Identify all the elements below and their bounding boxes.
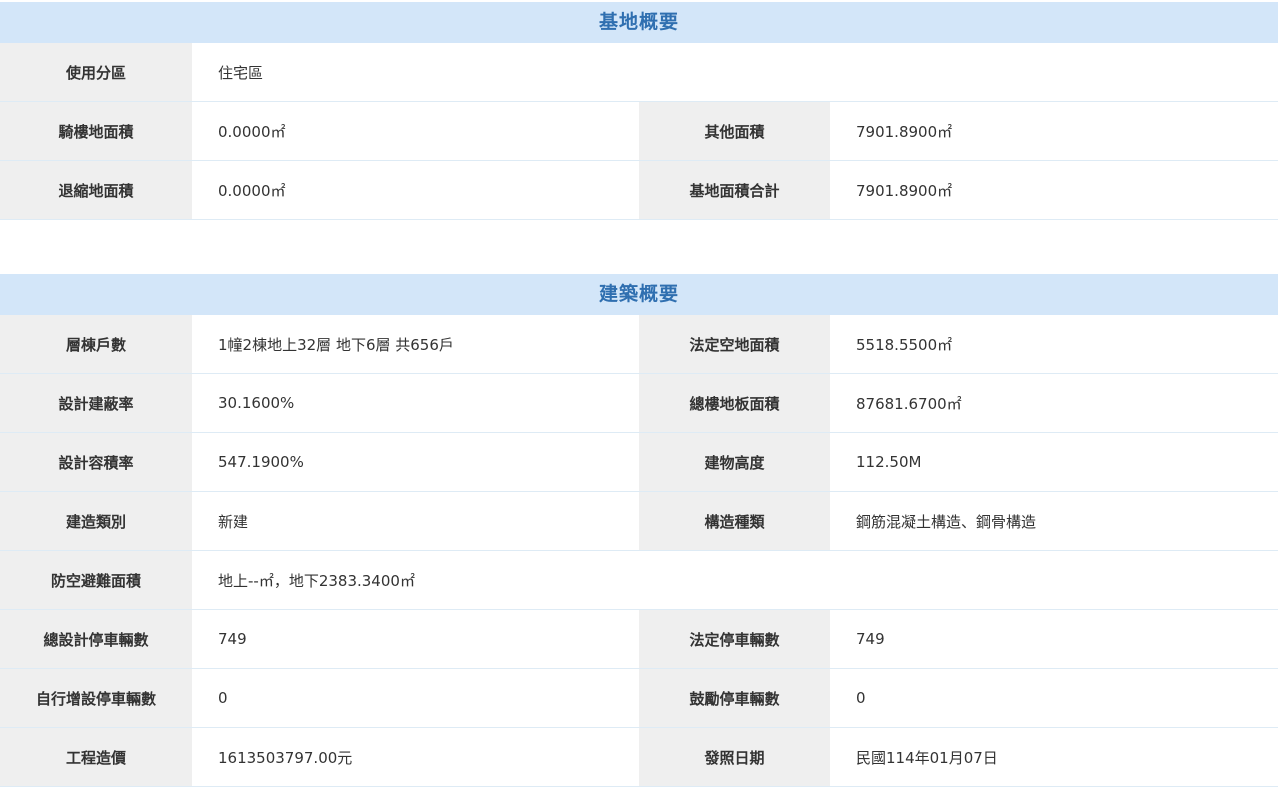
- air-raid-shelter-value: 地上--㎡，地下2383.3400㎡: [192, 551, 1278, 609]
- construction-type-label: 建造類別: [0, 492, 192, 550]
- floor-area-ratio-label: 設計容積率: [0, 433, 192, 491]
- table-row: 總設計停車輛數 749 法定停車輛數 749: [0, 610, 1278, 669]
- table-row: 使用分區 住宅區: [0, 43, 1278, 102]
- coverage-ratio-label: 設計建蔽率: [0, 374, 192, 432]
- site-summary-section: 基地概要 使用分區 住宅區 騎樓地面積 0.0000㎡ 其他面積 7901.89…: [0, 2, 1278, 220]
- permit-date-value: 民國114年01月07日: [830, 728, 1278, 786]
- other-area-value: 7901.8900㎡: [830, 102, 1278, 160]
- arcade-area-value: 0.0000㎡: [192, 102, 639, 160]
- floors-units-label: 層棟戶數: [0, 315, 192, 373]
- setback-area-value: 0.0000㎡: [192, 161, 639, 219]
- additional-parking-value: 0: [192, 669, 639, 727]
- coverage-ratio-value: 30.1600%: [192, 374, 639, 432]
- building-height-value: 112.50M: [830, 433, 1278, 491]
- other-area-label: 其他面積: [639, 102, 830, 160]
- table-row: 設計建蔽率 30.1600% 總樓地板面積 87681.6700㎡: [0, 374, 1278, 433]
- table-row: 層棟戶數 1幢2棟地上32層 地下6層 共656戶 法定空地面積 5518.55…: [0, 315, 1278, 374]
- legal-open-space-value: 5518.5500㎡: [830, 315, 1278, 373]
- site-area-total-value: 7901.8900㎡: [830, 161, 1278, 219]
- building-summary-section: 建築概要 層棟戶數 1幢2棟地上32層 地下6層 共656戶 法定空地面積 55…: [0, 274, 1278, 787]
- floor-area-ratio-value: 547.1900%: [192, 433, 639, 491]
- total-floor-area-label: 總樓地板面積: [639, 374, 830, 432]
- arcade-area-label: 騎樓地面積: [0, 102, 192, 160]
- setback-area-label: 退縮地面積: [0, 161, 192, 219]
- zoning-label: 使用分區: [0, 43, 192, 101]
- table-row: 自行增設停車輛數 0 鼓勵停車輛數 0: [0, 669, 1278, 728]
- total-parking-label: 總設計停車輛數: [0, 610, 192, 668]
- construction-cost-value: 1613503797.00元: [192, 728, 639, 786]
- incentive-parking-label: 鼓勵停車輛數: [639, 669, 830, 727]
- permit-date-label: 發照日期: [639, 728, 830, 786]
- construction-cost-label: 工程造價: [0, 728, 192, 786]
- legal-open-space-label: 法定空地面積: [639, 315, 830, 373]
- legal-parking-value: 749: [830, 610, 1278, 668]
- table-row: 建造類別 新建 構造種類 鋼筋混凝土構造、鋼骨構造: [0, 492, 1278, 551]
- table-row: 退縮地面積 0.0000㎡ 基地面積合計 7901.8900㎡: [0, 161, 1278, 220]
- total-parking-value: 749: [192, 610, 639, 668]
- structure-type-value: 鋼筋混凝土構造、鋼骨構造: [830, 492, 1278, 550]
- table-row: 騎樓地面積 0.0000㎡ 其他面積 7901.8900㎡: [0, 102, 1278, 161]
- legal-parking-label: 法定停車輛數: [639, 610, 830, 668]
- incentive-parking-value: 0: [830, 669, 1278, 727]
- site-summary-title: 基地概要: [0, 2, 1278, 43]
- total-floor-area-value: 87681.6700㎡: [830, 374, 1278, 432]
- construction-type-value: 新建: [192, 492, 639, 550]
- additional-parking-label: 自行增設停車輛數: [0, 669, 192, 727]
- building-height-label: 建物高度: [639, 433, 830, 491]
- site-area-total-label: 基地面積合計: [639, 161, 830, 219]
- air-raid-shelter-label: 防空避難面積: [0, 551, 192, 609]
- table-row: 工程造價 1613503797.00元 發照日期 民國114年01月07日: [0, 728, 1278, 787]
- structure-type-label: 構造種類: [639, 492, 830, 550]
- table-row: 設計容積率 547.1900% 建物高度 112.50M: [0, 433, 1278, 492]
- table-row: 防空避難面積 地上--㎡，地下2383.3400㎡: [0, 551, 1278, 610]
- zoning-value: 住宅區: [192, 43, 1278, 101]
- building-summary-title: 建築概要: [0, 274, 1278, 315]
- floors-units-value: 1幢2棟地上32層 地下6層 共656戶: [192, 315, 639, 373]
